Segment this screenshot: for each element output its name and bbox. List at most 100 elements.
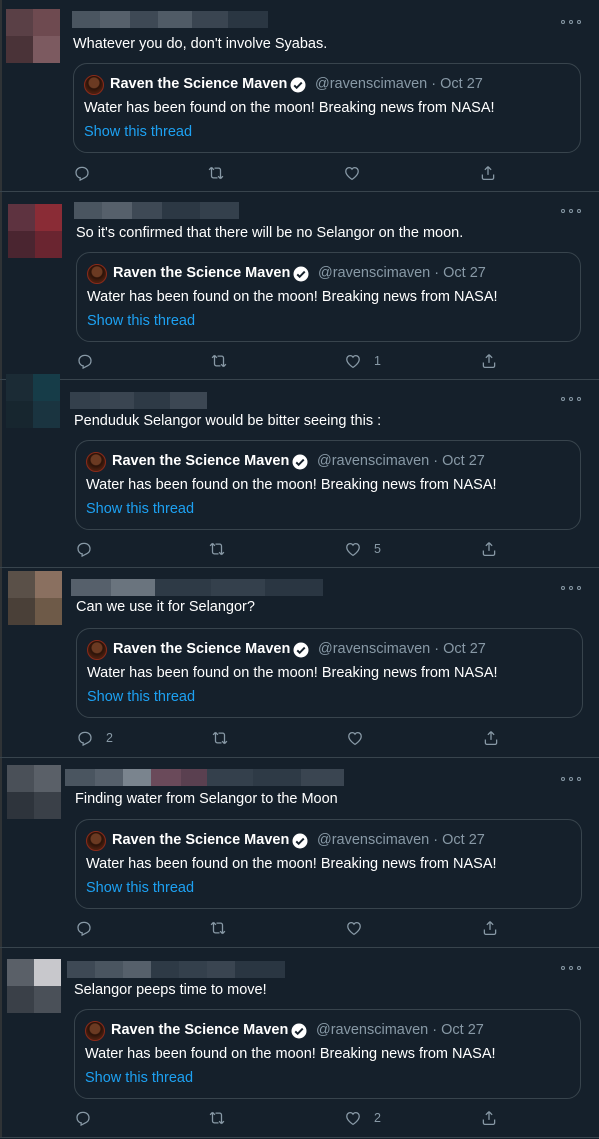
avatar[interactable] [7, 959, 61, 1013]
tweet[interactable]: Can we use it for Selangor? Raven the Sc… [0, 568, 599, 758]
avatar[interactable] [7, 765, 61, 819]
retweet-button[interactable] [208, 1108, 226, 1128]
retweet-icon [210, 921, 226, 935]
retweet-button[interactable] [211, 728, 229, 748]
tweet-actions: 2 [76, 728, 506, 748]
quoted-tweet[interactable]: Raven the Science Maven @ravenscimaven ·… [75, 440, 581, 530]
tweet[interactable]: So it's confirmed that there will be no … [0, 192, 599, 380]
retweet-button[interactable] [209, 918, 227, 938]
show-thread-link[interactable]: Show this thread [86, 501, 194, 517]
tweet[interactable]: Penduduk Selangor would be bitter seeing… [0, 374, 599, 568]
more-icon[interactable] [561, 963, 581, 973]
avatar[interactable] [8, 204, 62, 258]
reply-button[interactable] [73, 163, 103, 183]
like-button[interactable]: 1 [344, 351, 381, 371]
like-icon [347, 921, 361, 936]
like-count: 1 [374, 354, 381, 368]
quoted-avatar [87, 640, 107, 660]
reply-button[interactable] [76, 351, 106, 371]
tweet-text: Penduduk Selangor would be bitter seeing… [74, 413, 382, 429]
quoted-text: Water has been found on the moon! Breaki… [85, 1046, 496, 1062]
share-button[interactable] [480, 351, 498, 371]
avatar[interactable] [8, 571, 62, 625]
quoted-tweet[interactable]: Raven the Science Maven @ravenscimaven ·… [76, 252, 581, 342]
verified-icon [293, 642, 309, 658]
show-thread-link[interactable]: Show this thread [87, 689, 195, 705]
quoted-avatar [86, 452, 106, 472]
quoted-author-name: Raven the Science Maven [111, 1022, 289, 1038]
retweet-icon [209, 542, 225, 556]
quoted-handle-date: @ravenscimaven · Oct 27 [317, 453, 485, 469]
quoted-avatar [87, 264, 107, 284]
tweet-text: So it's confirmed that there will be no … [76, 225, 464, 241]
more-icon[interactable] [561, 583, 581, 593]
tweet-actions: 5 [75, 539, 505, 559]
author-name-redacted[interactable] [65, 769, 344, 786]
show-thread-link[interactable]: Show this thread [86, 880, 194, 896]
reply-icon [76, 1111, 90, 1127]
more-icon[interactable] [561, 774, 581, 784]
author-name-redacted[interactable] [72, 11, 268, 28]
like-button[interactable]: 2 [344, 1108, 381, 1128]
quoted-author-name: Raven the Science Maven [110, 76, 288, 92]
quoted-handle-date: @ravenscimaven · Oct 27 [315, 76, 483, 92]
author-name-redacted[interactable] [70, 392, 207, 409]
quoted-tweet[interactable]: Raven the Science Maven @ravenscimaven ·… [76, 628, 583, 718]
show-thread-link[interactable]: Show this thread [85, 1070, 193, 1086]
show-thread-link[interactable]: Show this thread [84, 124, 192, 140]
like-icon [348, 731, 362, 746]
quoted-tweet[interactable]: Raven the Science Maven @ravenscimaven ·… [74, 1009, 581, 1099]
avatar[interactable] [6, 374, 60, 428]
like-icon [345, 166, 359, 181]
like-button[interactable] [343, 163, 373, 183]
retweet-icon [208, 166, 224, 180]
tweet-actions [75, 918, 505, 938]
reply-icon [75, 166, 89, 182]
share-button[interactable] [480, 1108, 498, 1128]
more-icon[interactable] [561, 206, 581, 216]
retweet-button[interactable] [210, 351, 228, 371]
quoted-tweet[interactable]: Raven the Science Maven @ravenscimaven ·… [73, 63, 581, 153]
reply-count: 2 [106, 731, 113, 745]
tweet[interactable]: Finding water from Selangor to the Moon … [0, 758, 599, 948]
quoted-text: Water has been found on the moon! Breaki… [86, 477, 497, 493]
quoted-tweet[interactable]: Raven the Science Maven @ravenscimaven ·… [75, 819, 582, 909]
quoted-author-name: Raven the Science Maven [113, 265, 291, 281]
tweet-actions: 1 [76, 351, 506, 371]
verified-icon [292, 833, 308, 849]
tweet[interactable]: Selangor peeps time to move! Raven the S… [0, 948, 599, 1138]
share-icon [483, 921, 497, 936]
retweet-button[interactable] [207, 163, 225, 183]
author-name-redacted[interactable] [71, 579, 323, 596]
quoted-handle-date: @ravenscimaven · Oct 27 [316, 1022, 484, 1038]
share-icon [482, 354, 496, 369]
tweet-feed: Whatever you do, don't involve Syabas. R… [0, 0, 599, 1139]
reply-icon [77, 921, 91, 937]
share-button[interactable] [482, 728, 500, 748]
more-icon[interactable] [561, 394, 581, 404]
share-button[interactable] [479, 163, 497, 183]
quoted-text: Water has been found on the moon! Breaki… [87, 665, 498, 681]
reply-button[interactable] [74, 1108, 104, 1128]
retweet-button[interactable] [208, 539, 226, 559]
tweet[interactable]: Whatever you do, don't involve Syabas. R… [0, 0, 599, 192]
reply-icon [78, 354, 92, 370]
share-button[interactable] [480, 539, 498, 559]
share-button[interactable] [481, 918, 499, 938]
author-name-redacted[interactable] [67, 961, 285, 978]
reply-button[interactable]: 2 [76, 728, 113, 748]
like-button[interactable] [346, 728, 376, 748]
author-name-redacted[interactable] [74, 202, 239, 219]
more-icon[interactable] [561, 17, 581, 27]
reply-button[interactable] [75, 539, 105, 559]
avatar[interactable] [6, 9, 60, 63]
like-button[interactable]: 5 [344, 539, 381, 559]
show-thread-link[interactable]: Show this thread [87, 313, 195, 329]
like-icon [346, 1111, 360, 1126]
quoted-avatar [85, 1021, 105, 1041]
quoted-avatar [84, 75, 104, 95]
like-button[interactable] [345, 918, 375, 938]
reply-button[interactable] [75, 918, 105, 938]
verified-icon [292, 454, 308, 470]
share-icon [482, 1111, 496, 1126]
